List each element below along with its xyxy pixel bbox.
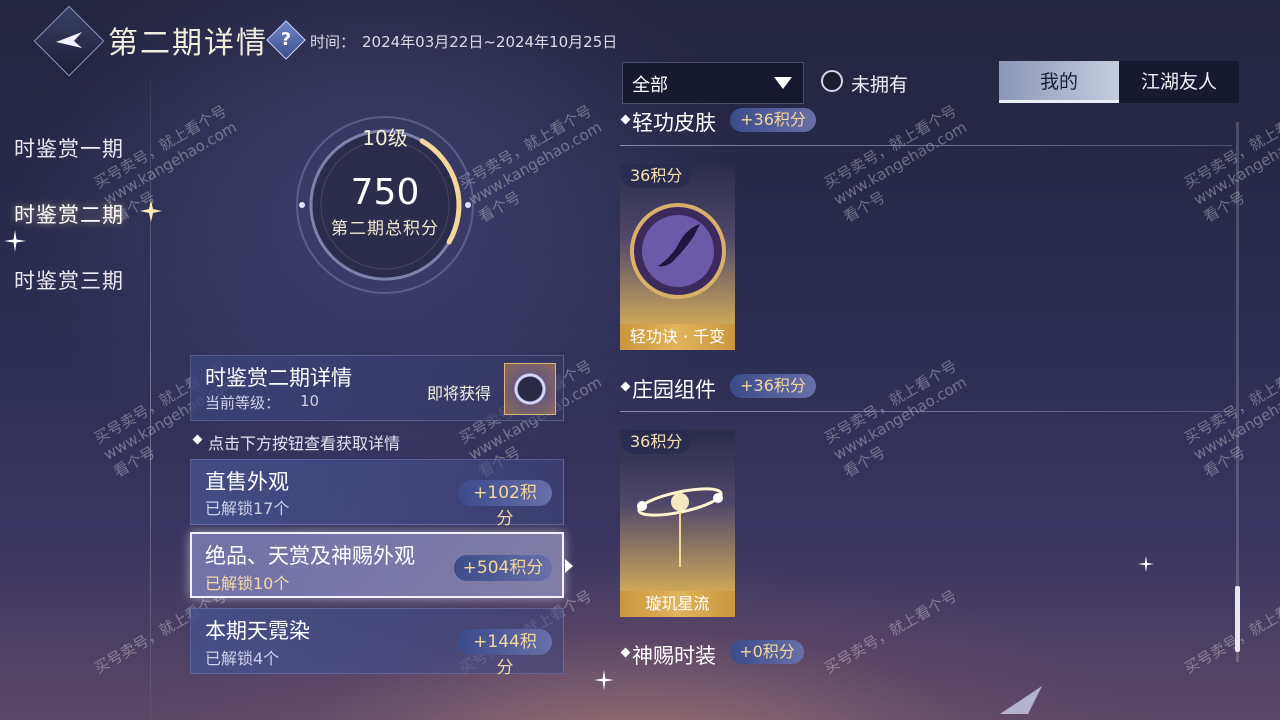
tab-friends[interactable]: 江湖友人 [1119,61,1239,103]
watermark-line1: 买号卖号，就上看个号 [1181,101,1280,193]
bullet-icon [192,434,203,445]
sparkle-icon [1138,556,1154,572]
watermark-line3: 看个号 [840,442,889,482]
garden-component-icon [637,487,723,567]
watermark-line1: 买号卖号，就上看个号 [1181,356,1280,448]
detail-title: 时鉴赏二期详情 [205,366,352,390]
help-button[interactable]: ? [266,20,306,60]
tab-mine[interactable]: 我的 [999,61,1119,103]
watermark-line3: 看个号 [110,187,159,227]
watermark: 买号卖号，就上看个号www.kangehao.com看个号 [820,355,980,482]
page-title: 第二期详情 [108,26,268,61]
caret-down-icon [774,77,792,89]
item-name: 璇玑星流 [620,591,735,617]
scroll-thumb[interactable] [1235,586,1240,652]
sparkle-icon [594,670,614,690]
watermark-line1: 买号卖号，就上看个号 [1181,586,1280,678]
nav-item-period-3[interactable]: 时鉴赏三期 [14,265,124,295]
watermark-line2: www.kangehao.com [465,117,605,209]
watermark-line1: 买号卖号，就上看个号 [821,356,960,448]
watermark: 买号卖号，就上看个号www.kangehao.com看个号 [1180,100,1280,227]
bullet-icon [620,647,631,658]
score-level: 10级 [362,126,408,150]
detail-level-value: 10 [300,392,320,410]
category-points-badge: +504积分 [454,555,552,581]
sparkle-icon [4,230,26,252]
score-label: 第二期总积分 [331,219,439,239]
item-points-badge: 36积分 [622,164,691,188]
item-name: 轻功诀 · 千变 [620,324,735,350]
category-unlocked: 已解锁17个 [205,499,290,518]
section-title: 庄园组件 [632,378,716,402]
upcoming-reward-thumbnail[interactable] [504,363,556,415]
category-title: 绝品、天赏及神赐外观 [205,544,415,568]
section-points-badge: +36积分 [730,374,816,398]
bullet-icon [620,381,631,392]
bullet-icon [620,114,631,125]
section-title: 神赐时装 [632,644,716,668]
watermark: 买号卖号，就上看个号www.kangehao.com看个号 [1180,355,1280,482]
back-arrow-icon [56,32,82,48]
not-owned-radio[interactable] [821,70,843,92]
watermark-line2: www.kangehao.com [100,117,240,209]
category-unlocked: 已解锁10个 [205,574,290,593]
time-range: 2024年03月22日~2024年10月25日 [362,33,618,51]
watermark: 买号卖号，就上看个号 [820,585,960,678]
category-title: 本期天霓染 [205,619,310,643]
watermark-line3: 看个号 [1200,187,1249,227]
section-title: 轻功皮肤 [632,111,716,135]
watermark-line1: 买号卖号，就上看个号 [821,101,960,193]
watermark-line2: www.kangehao.com [830,372,970,464]
watermark-line2: www.kangehao.com [830,117,970,209]
watermark: 买号卖号，就上看个号 [1180,585,1280,678]
back-button[interactable] [33,5,105,77]
lightfoot-skin-icon [630,203,726,299]
section-points-badge: +36积分 [730,108,816,132]
paper-plane-icon [1000,686,1042,714]
watermark-line3: 看个号 [1200,442,1249,482]
category-unlocked: 已解锁4个 [205,649,280,668]
section-points-badge: +0积分 [730,640,804,664]
section-divider [620,145,1232,146]
nav-item-period-1[interactable]: 时鉴赏一期 [14,133,124,163]
question-icon: ? [280,29,292,50]
nav-divider [150,80,151,720]
time-label: 时间： [310,33,356,51]
upcoming-reward-label: 即将获得 [427,384,492,403]
active-spark-icon [140,200,162,222]
selected-arrow-icon [565,559,573,573]
scroll-track[interactable] [1236,122,1239,662]
watermark: 买号卖号，就上看个号www.kangehao.com看个号 [820,100,980,227]
hint-text: 点击下方按钮查看获取详情 [208,434,401,453]
not-owned-label[interactable]: 未拥有 [851,70,908,97]
nav-item-period-2[interactable]: 时鉴赏二期 [14,199,124,229]
detail-level-label: 当前等级： [205,394,281,412]
watermark-line3: 看个号 [840,187,889,227]
category-title: 直售外观 [205,470,289,494]
category-points-badge: +144积分 [458,629,552,678]
category-points-badge: +102积分 [458,480,552,529]
watermark-line1: 买号卖号，就上看个号 [821,586,960,678]
section-divider [620,411,1232,412]
score-value: 750 [350,172,420,213]
filter-dropdown-value: 全部 [632,75,668,96]
watermark-line3: 看个号 [475,187,524,227]
item-points-badge: 36积分 [622,430,691,454]
